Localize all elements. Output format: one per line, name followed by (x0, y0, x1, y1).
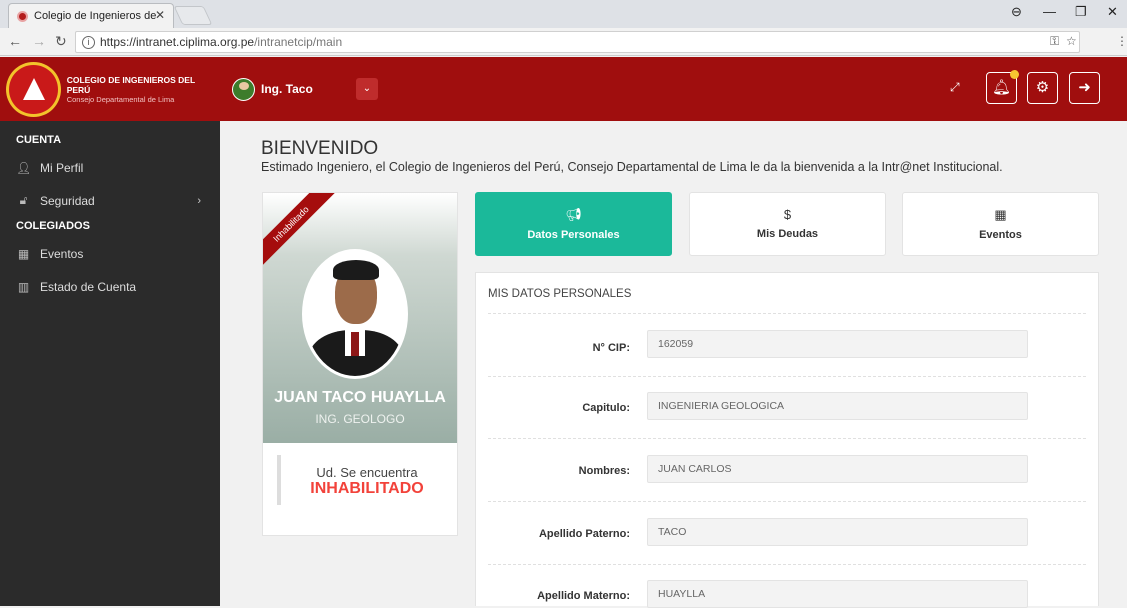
field-label-capitulo: Capitulo: (582, 402, 630, 414)
calendar-icon: ▦ (994, 207, 1007, 222)
bookmark-star-icon[interactable]: ☆ (1066, 34, 1077, 48)
divider (488, 376, 1086, 377)
calendar-icon: ▦ (17, 247, 30, 261)
sidebar-item-eventos[interactable]: ▦ Eventos (16, 247, 201, 261)
address-bar[interactable]: i https://intranet.ciplima.org.pe/intran… (75, 31, 1080, 53)
browser-tab[interactable]: Colegio de Ingenieros de ✕ (8, 3, 174, 28)
brand-subtitle: Consejo Departamental de Lima (66, 94, 175, 104)
notifications-button[interactable]: 🔔︎ (986, 70, 1019, 104)
personal-data-panel: MIS DATOS PERSONALES N° CIP: 162059 Capi… (475, 272, 1099, 608)
sidebar: CUENTA 👤︎ Mi Perfil 🔓︎ Seguridad › COLEG… (0, 121, 220, 606)
notification-badge (1010, 70, 1019, 79)
settings-icon: ⚙ (1035, 79, 1050, 96)
window-close-icon[interactable]: ✕ (1107, 4, 1118, 20)
sidebar-item-label: Eventos (40, 247, 84, 261)
new-tab-button[interactable] (173, 6, 213, 25)
capitulo-field[interactable]: INGENIERIA GEOLOGICA (647, 392, 1028, 420)
apellido-paterno-field[interactable]: TACO (647, 518, 1028, 546)
fullscreen-button[interactable]: ⤢ (950, 80, 960, 95)
dollar-icon: $ (783, 207, 792, 222)
tab-close-icon[interactable]: ✕ (155, 8, 165, 22)
cip-field[interactable]: 162059 (647, 330, 1028, 358)
chevron-right-icon: › (197, 194, 201, 207)
cip-logo (6, 61, 61, 117)
status-divider (277, 455, 281, 505)
sidebar-item-label: Mi Perfil (40, 161, 84, 175)
browser-tab-bar: Colegio de Ingenieros de ✕ ⊖ — ❐ ✕ (0, 0, 1127, 28)
chevron-down-icon: ⌄ (362, 83, 372, 94)
field-label-apellido-paterno: Apellido Paterno: (538, 528, 630, 540)
profile-banner: Inhabilitado JUAN TACO HUAYLLA ING. GEOL… (263, 193, 457, 443)
profile-name: JUAN TACO HUAYLLA (274, 389, 446, 406)
divider (488, 313, 1086, 314)
megaphone-icon: 📢︎ (565, 207, 582, 222)
divider (488, 564, 1086, 565)
url-host: https://intranet.ciplima.org.pe (100, 35, 255, 49)
page-title: BIENVENIDO (261, 138, 379, 159)
top-header: Ing. Taco ⌄ ⤢ 🔔︎ ⚙ ➜ (220, 57, 1127, 121)
status-text: Ud. Se encuentra (316, 465, 418, 480)
sidebar-section-colegiados: COLEGIADOS (16, 220, 90, 232)
browser-toolbar: ← → ↻ i https://intranet.ciplima.org.pe /… (0, 28, 1127, 56)
brand-area[interactable]: COLEGIO DE INGENIEROS DEL PERÚ Consejo D… (0, 57, 220, 121)
nombres-field[interactable]: JUAN CARLOS (647, 455, 1028, 483)
sidebar-item-label: Estado de Cuenta (40, 280, 137, 294)
profile-photo (302, 249, 408, 379)
site-info-icon[interactable]: i (82, 35, 95, 49)
bar-chart-icon: ▥ (17, 280, 30, 294)
favicon-icon (17, 10, 28, 22)
username[interactable]: Ing. Taco (261, 82, 313, 96)
lock-icon: 🔓︎ (19, 193, 28, 207)
minimize-icon[interactable]: — (1043, 4, 1056, 19)
settings-button[interactable]: ⚙ (1027, 72, 1058, 104)
divider (488, 501, 1086, 502)
welcome-message: Estimado Ingeniero, el Colegio de Ingeni… (261, 160, 1003, 174)
profile-card: Inhabilitado JUAN TACO HUAYLLA ING. GEOL… (262, 192, 458, 536)
menu-dots-icon[interactable]: ⋮ (1116, 34, 1127, 48)
field-label-apellido-materno: Apellido Materno: (537, 590, 630, 602)
tab-mis-deudas[interactable]: $ Mis Deudas (689, 192, 886, 256)
sidebar-item-estado-cuenta[interactable]: ▥ Estado de Cuenta (16, 280, 201, 294)
tab-label: Datos Personales (527, 229, 620, 241)
bell-icon: 🔔︎ (991, 79, 1012, 96)
url-path: /intranetcip/main (254, 35, 343, 49)
profile-icon[interactable]: ⊖ (1011, 4, 1022, 20)
tab-label: Mis Deudas (756, 228, 819, 240)
divider (488, 438, 1086, 439)
back-icon[interactable]: ← (8, 33, 22, 49)
expand-icon: ⤢ (950, 80, 960, 94)
profile-profession: ING. GEOLOGO (315, 412, 405, 426)
user-dropdown-button[interactable]: ⌄ (356, 78, 378, 100)
sidebar-item-seguridad[interactable]: 🔓︎ Seguridad › (16, 193, 201, 208)
logout-button[interactable]: ➜ (1069, 72, 1100, 104)
restore-icon[interactable]: ❐ (1075, 4, 1087, 20)
brand-title: COLEGIO DE INGENIEROS DEL PERÚ (66, 74, 195, 95)
status-value: INHABILITADO (310, 480, 424, 497)
forward-icon[interactable]: → (32, 33, 46, 49)
apellido-materno-field[interactable]: HUAYLLA (647, 580, 1028, 608)
logout-icon: ➜ (1078, 79, 1091, 96)
browser-tab-title: Colegio de Ingenieros de (34, 10, 157, 22)
field-label-nombres: Nombres: (578, 465, 630, 477)
avatar[interactable] (232, 78, 255, 101)
reload-icon[interactable]: ↻ (55, 33, 67, 50)
key-icon[interactable]: ⚿ (1050, 34, 1059, 49)
field-label-cip: N° CIP: (592, 342, 630, 354)
tab-datos-personales[interactable]: 📢︎ Datos Personales (475, 192, 672, 256)
sidebar-item-label: Seguridad (40, 193, 95, 208)
tab-eventos[interactable]: ▦ Eventos (902, 192, 1099, 256)
tab-label: Eventos (979, 229, 1022, 241)
user-icon: 👤︎ (16, 161, 32, 175)
sidebar-section-cuenta: CUENTA (16, 134, 62, 146)
sidebar-item-mi-perfil[interactable]: 👤︎ Mi Perfil (16, 161, 201, 175)
panel-heading: MIS DATOS PERSONALES (488, 288, 632, 300)
